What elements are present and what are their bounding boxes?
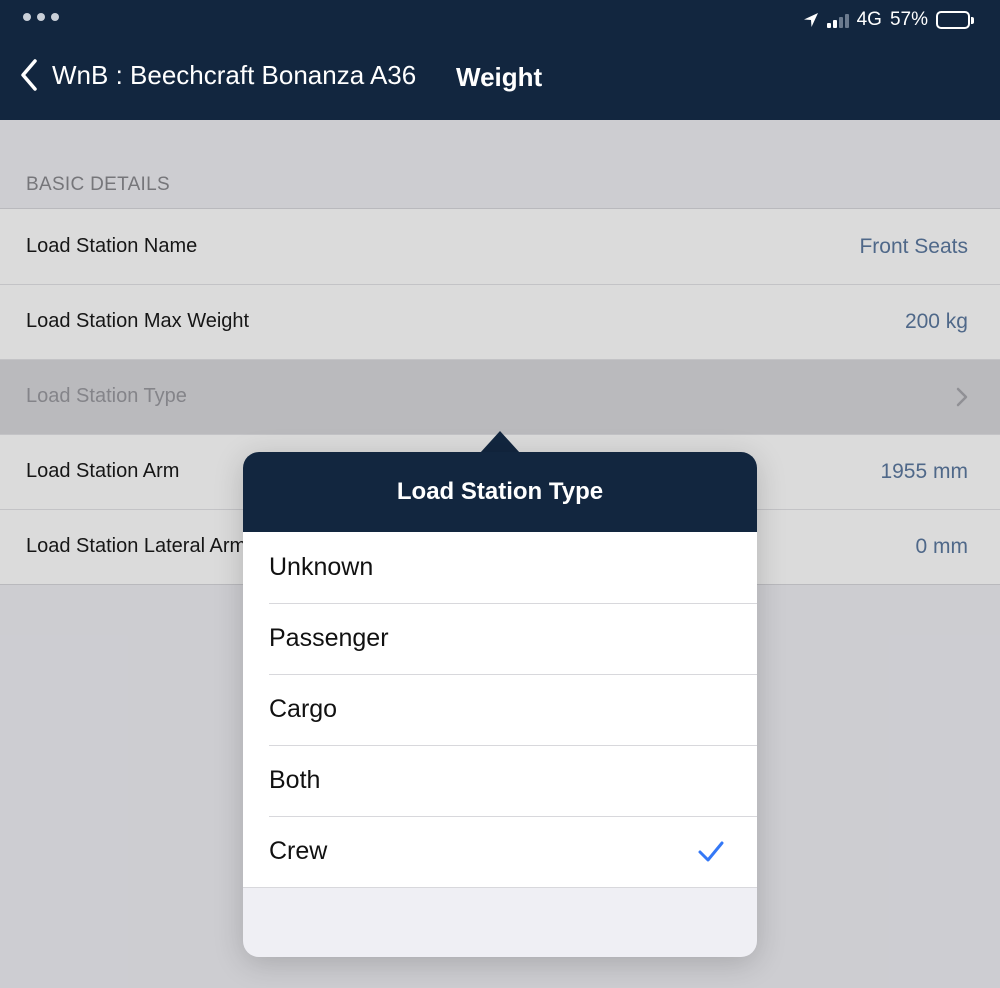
section-header: BASIC DETAILS	[26, 174, 170, 195]
back-button-label: WnB : Beechcraft Bonanza A36	[52, 59, 417, 90]
row-label: Load Station Type	[26, 385, 187, 407]
chevron-right-icon	[956, 387, 968, 406]
option-label: Crew	[269, 837, 328, 865]
row-value: 1955 mm	[880, 459, 968, 483]
page-title: Weight	[456, 62, 543, 92]
location-arrow-icon	[803, 13, 818, 27]
load-station-type-popover: Load Station Type Unknown Passenger Carg…	[243, 452, 757, 957]
multitasking-dots-icon[interactable]	[23, 13, 59, 21]
row-value: 0 mm	[915, 534, 969, 558]
row-load-station-type[interactable]: Load Station Type	[0, 359, 1000, 434]
status-bar: 4G 57%	[803, 8, 974, 32]
option-unknown[interactable]: Unknown	[243, 532, 757, 603]
chevron-left-icon	[21, 59, 37, 91]
checkmark-icon	[698, 841, 724, 861]
popover-arrow	[480, 431, 520, 453]
row-load-station-max-weight[interactable]: Load Station Max Weight 200 kg	[0, 284, 1000, 359]
network-type: 4G	[856, 9, 882, 30]
row-label: Load Station Arm	[26, 460, 180, 482]
battery-percent: 57%	[889, 9, 928, 30]
option-label: Passenger	[269, 624, 389, 652]
option-passenger[interactable]: Passenger	[243, 603, 757, 674]
option-cargo[interactable]: Cargo	[243, 674, 757, 745]
row-value: 200 kg	[904, 309, 968, 333]
row-value: Front Seats	[859, 234, 968, 258]
navigation-bar: 4G 57% WnB : Beechcraft Bonanza A36 Weig…	[0, 0, 1000, 120]
row-label: Load Station Lateral Arm	[26, 535, 247, 557]
option-label: Unknown	[269, 553, 374, 581]
option-crew[interactable]: Crew	[243, 816, 757, 887]
back-button[interactable]: WnB : Beechcraft Bonanza A36	[18, 58, 416, 92]
row-label: Load Station Max Weight	[26, 310, 250, 332]
row-load-station-name[interactable]: Load Station Name Front Seats	[0, 209, 1000, 284]
popover-title: Load Station Type	[243, 452, 757, 532]
option-label: Both	[269, 766, 321, 794]
option-both[interactable]: Both	[243, 745, 757, 816]
screen: 4G 57% WnB : Beechcraft Bonanza A36 Weig…	[0, 0, 1000, 988]
option-label: Cargo	[269, 695, 338, 723]
options-list: Unknown Passenger Cargo Both Crew	[243, 532, 757, 888]
row-label: Load Station Name	[26, 235, 198, 257]
battery-icon	[936, 11, 974, 29]
cellular-signal-icon	[826, 12, 849, 28]
